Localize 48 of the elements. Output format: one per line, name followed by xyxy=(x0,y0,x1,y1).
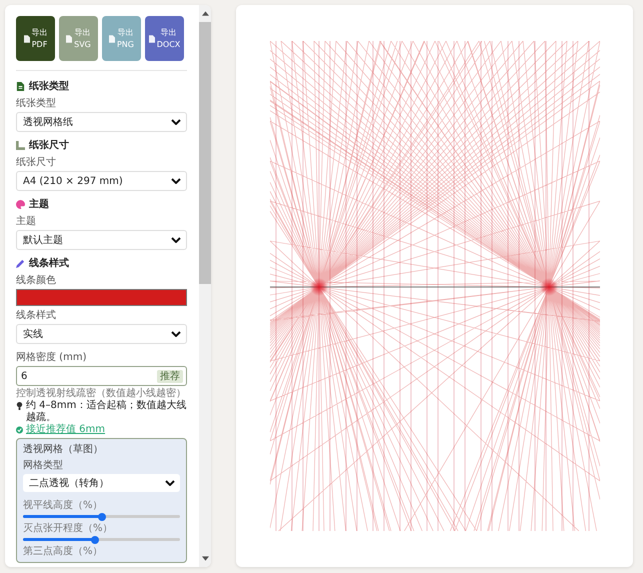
field-label: 纸张尺寸 xyxy=(16,156,57,169)
slider-label: 灭点张开程度（%） xyxy=(23,522,114,535)
select-field[interactable]: A4 (210 × 297 mm) xyxy=(16,171,187,191)
chevron-down-icon xyxy=(165,480,175,486)
export-button[interactable]: 导出 DOCX xyxy=(145,16,184,61)
file-icon xyxy=(66,34,72,42)
color-picker[interactable] xyxy=(16,289,187,306)
file-icon xyxy=(24,34,30,42)
slider-label: 视平线高度（%） xyxy=(23,498,104,512)
export-button[interactable]: 导出 PDF xyxy=(16,16,55,61)
recommended-badge: 推荐 xyxy=(157,370,183,382)
tip-text: 约 4–8mm：适合起稿；数值越大线越疏。 xyxy=(26,400,187,424)
slider-label: 第三点高度（%） xyxy=(23,544,104,558)
help-text: 控制透视射线疏密（数值越小线越密） xyxy=(16,388,187,400)
palette-icon xyxy=(16,200,25,208)
scroll-up-icon[interactable] xyxy=(202,11,208,16)
chevron-down-icon xyxy=(171,331,181,337)
field-label: 线条样式 xyxy=(16,308,57,322)
document-icon xyxy=(16,82,25,90)
ruler-icon xyxy=(16,140,25,150)
select-field[interactable]: 默认主题 xyxy=(16,230,187,250)
status-text: 接近推荐值 6mm xyxy=(26,424,106,436)
file-icon xyxy=(148,34,155,42)
select-field[interactable]: 透视网格纸 xyxy=(16,112,187,132)
pencil-icon xyxy=(16,258,25,268)
chevron-down-icon xyxy=(171,178,181,184)
select-field[interactable]: 二点透视（转角） xyxy=(23,474,180,492)
section-title: 线条样式 xyxy=(29,256,69,270)
scrollbar[interactable] xyxy=(199,5,211,567)
file-icon xyxy=(108,34,115,42)
field-label: 纸张类型 xyxy=(16,96,57,110)
slider-thumb[interactable] xyxy=(98,512,106,520)
lightbulb-icon xyxy=(16,402,23,410)
field-label: 主题 xyxy=(16,214,37,228)
card-title: 透视网格（草图） xyxy=(23,442,104,456)
field-label: 线条颜色 xyxy=(16,274,57,287)
check-circle-icon xyxy=(16,426,23,434)
section-title: 纸张类型 xyxy=(29,80,69,93)
select-field[interactable]: 实线 xyxy=(16,324,187,344)
field-label: 网格类型 xyxy=(23,458,64,472)
chevron-down-icon xyxy=(171,119,181,125)
density-input[interactable]: 6 推荐 xyxy=(16,366,187,386)
section-title: 主题 xyxy=(29,197,49,211)
scroll-down-icon[interactable] xyxy=(202,556,208,561)
slider-thumb[interactable] xyxy=(91,536,100,544)
field-label: 网格密度 (mm) xyxy=(16,350,88,364)
section-title: 纸张尺寸 xyxy=(29,138,69,152)
chevron-down-icon xyxy=(171,237,181,243)
